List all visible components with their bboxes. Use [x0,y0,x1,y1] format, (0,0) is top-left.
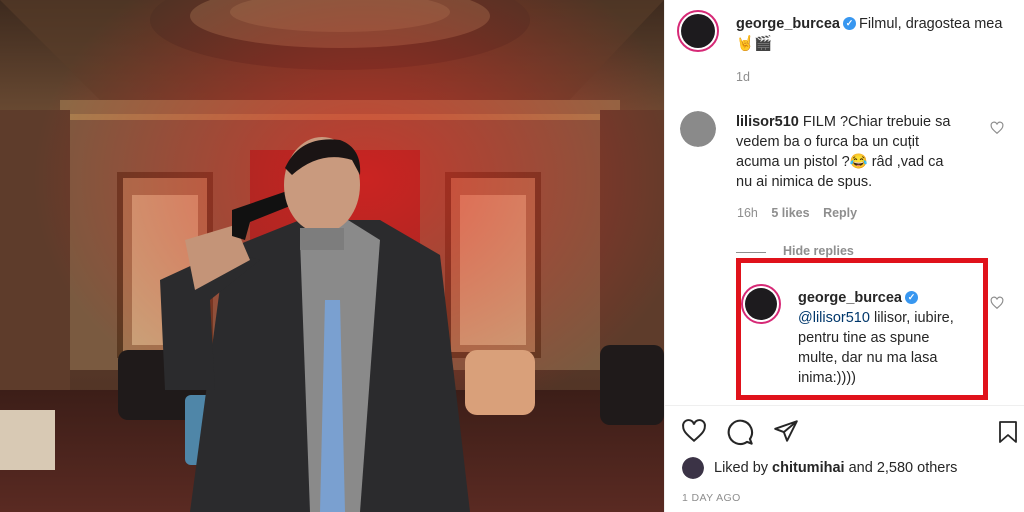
highlight-box [736,258,988,400]
comment-meta: 16h 5 likes Reply [737,206,857,220]
comment-line-1: FILM ?Chiar trebuie sa [802,114,951,130]
comment-line-2: vedem ba o furca ba un cuțit [736,134,919,150]
comment-line-3: acuma un pistol ?😂 râd ,vad ca [736,154,944,170]
paper-plane-icon[interactable] [772,418,800,444]
comment-username[interactable]: lilisor510 [736,114,799,130]
avatar-image [682,457,704,479]
post-age[interactable]: 1d [736,70,750,84]
actions-divider [664,405,1024,406]
likes-summary: Liked by chitumihai and 2,580 others [714,458,957,478]
post-image [0,0,664,512]
likes-user[interactable]: chitumihai [772,460,845,476]
comment-like-heart-icon[interactable] [990,121,1004,135]
comment-likes[interactable]: 5 likes [771,206,809,220]
bookmark-icon[interactable] [996,418,1020,446]
caption-username[interactable]: george_burcea [736,16,840,32]
comment-line-4: nu ai nimica de spus. [736,174,873,190]
comment-reply-button[interactable]: Reply [823,206,857,220]
post-timestamp[interactable]: 1 DAY AGO [682,492,741,504]
comment-time[interactable]: 16h [737,206,758,220]
verified-badge-icon: ✓ [842,16,856,30]
hide-replies-button[interactable]: Hide replies [783,244,854,258]
avatar-image [680,111,716,147]
commenter-avatar[interactable] [680,111,716,147]
caption: george_burcea ✓ Filmul, dragostea mea🤘🎬 [736,14,1016,54]
reply-like-heart-icon[interactable] [990,296,1004,310]
liker-avatar[interactable] [682,457,704,479]
likes-suffix[interactable]: and 2,580 others [849,460,958,476]
likes-prefix: Liked by [714,460,769,476]
author-avatar[interactable] [677,10,719,52]
post-photo[interactable] [0,0,664,512]
hide-replies-line [736,252,766,253]
comment: lilisor510 FILM ?Chiar trebuie sa vedem … [736,112,976,192]
avatar-image [681,14,715,48]
heart-icon[interactable] [680,418,708,444]
comment-icon[interactable] [726,418,754,446]
